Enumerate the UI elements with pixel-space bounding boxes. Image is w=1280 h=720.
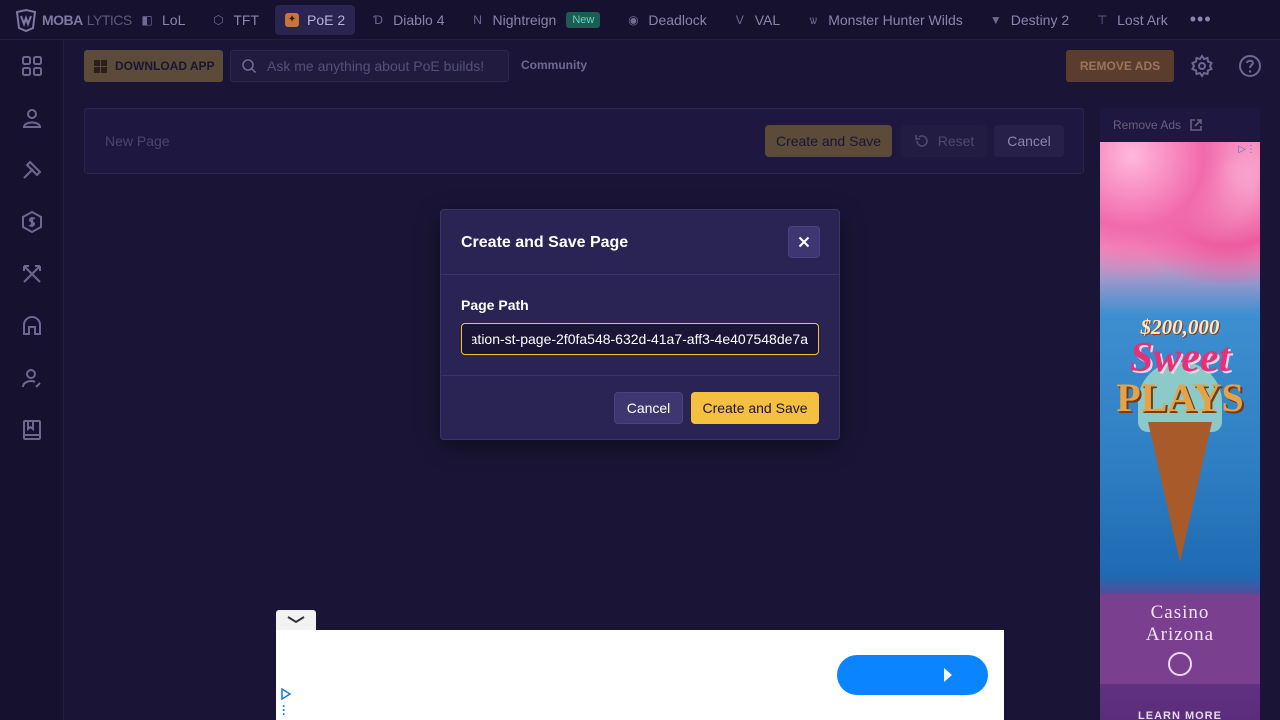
editor-create-save-button[interactable]: Create and Save <box>765 125 892 157</box>
lost-ark-icon: ⊤ <box>1096 12 1108 27</box>
dialog-body: Page Path <box>441 275 839 376</box>
help-icon[interactable] <box>1238 54 1262 78</box>
page-path-input[interactable] <box>461 323 819 355</box>
game-tab-label: PoE 2 <box>307 11 346 28</box>
settings-gear-icon[interactable] <box>1190 54 1214 78</box>
chevron-down-icon <box>287 616 305 624</box>
diablo4-icon: Ɗ <box>373 12 384 27</box>
adchoices-icon[interactable]: ▷⋮ <box>1238 144 1256 155</box>
more-games-icon[interactable]: ••• <box>1184 9 1212 30</box>
game-tab-label: VAL <box>754 11 781 28</box>
external-link-icon <box>1190 119 1202 131</box>
logo-text-bold: MOBA <box>42 11 83 28</box>
game-tab-lol[interactable]: ◧ LoL <box>130 5 195 35</box>
ad-ice-cream-cone <box>1148 422 1212 562</box>
ad-brand-line-1: Casino <box>1150 602 1210 623</box>
valorant-icon: V <box>735 12 744 27</box>
page-path-label: Page Path <box>461 297 529 313</box>
editor-reset-button[interactable]: Reset <box>901 125 987 157</box>
side-ad-remove-ads-link[interactable]: Remove Ads <box>1100 108 1260 142</box>
close-icon <box>798 236 810 248</box>
ad-headline-plays: PLAYS <box>1116 375 1244 420</box>
tft-icon: ⬡ <box>213 12 224 27</box>
game-tab-label: Diablo 4 <box>393 11 445 28</box>
game-tab-valorant[interactable]: V VAL <box>723 5 790 35</box>
dialog-cancel-button[interactable]: Cancel <box>614 392 683 424</box>
game-tab-nightreign[interactable]: N Nightreign New <box>461 5 611 35</box>
casino-logo-icon <box>1168 652 1192 676</box>
collapse-ad-button[interactable] <box>276 610 316 630</box>
side-ad-banner[interactable]: ▷⋮ $200,000 Sweet PLAYS Casino Arizona L… <box>1100 142 1260 720</box>
game-tab-deadlock[interactable]: ◉ Deadlock <box>616 5 716 35</box>
game-tab-label: Nightreign <box>492 11 557 28</box>
game-tab-label: Monster Hunter Wilds <box>828 11 963 28</box>
game-tab-label: Lost Ark <box>1117 11 1168 28</box>
ad-play-button[interactable] <box>837 655 988 695</box>
bottom-ad-banner[interactable]: · · · <box>276 630 1004 720</box>
community-link[interactable]: Community <box>521 58 587 72</box>
crossed-swords-icon[interactable] <box>20 262 44 286</box>
games-list: ◧ LoL ⬡ TFT ✦ PoE 2 Ɗ Diablo 4 N Nightreign New ◉ De… <box>130 4 1184 35</box>
remove-ads-button[interactable]: REMOVE ADS <box>1066 50 1174 82</box>
game-tab-label: Deadlock <box>648 11 707 28</box>
ad-brand-line-2: Arizona <box>1145 624 1215 645</box>
search-bar[interactable] <box>230 50 509 82</box>
helmet-icon[interactable] <box>20 314 44 338</box>
editor-cancel-button[interactable]: Cancel <box>994 125 1064 157</box>
ad-learn-more[interactable]: LEARN MORE <box>1100 710 1260 720</box>
dialog-header: Create and Save Page <box>441 210 839 275</box>
game-nav: MOBA LYTICS ◧ LoL ⬡ TFT ✦ PoE 2 Ɗ Diablo 4 N Night… <box>0 0 1280 40</box>
destiny2-icon: ▼ <box>989 12 1002 27</box>
windows-icon <box>94 59 107 73</box>
game-tab-monster-hunter[interactable]: ѡ Monster Hunter Wilds <box>796 5 973 35</box>
ad-options-icon[interactable]: · · · <box>282 700 286 720</box>
mobalytics-logo-icon <box>15 8 37 32</box>
game-tab-tft[interactable]: ⬡ TFT <box>201 5 269 35</box>
dialog-title: Create and Save Page <box>461 234 629 251</box>
dialog-close-button[interactable] <box>788 226 820 258</box>
new-badge: New <box>566 11 601 28</box>
search-input[interactable] <box>267 58 507 74</box>
lol-icon: ◧ <box>141 12 153 27</box>
game-tab-label: LoL <box>162 11 186 28</box>
game-tab-poe2[interactable]: ✦ PoE 2 <box>275 4 356 35</box>
download-app-button[interactable]: DOWNLOAD APP <box>84 50 223 82</box>
game-tab-label: TFT <box>233 11 260 28</box>
download-app-label: DOWNLOAD APP <box>115 59 215 73</box>
play-icon <box>944 668 952 682</box>
game-tab-destiny2[interactable]: ▼ Destiny 2 <box>979 5 1079 35</box>
nightreign-icon: N <box>473 12 482 27</box>
ad-casino-brand: Casino Arizona <box>1100 594 1260 684</box>
guide-book-icon[interactable] <box>20 418 44 442</box>
currency-shield-icon[interactable] <box>20 210 44 234</box>
apps-grid-icon[interactable] <box>20 54 44 78</box>
dialog-footer: Cancel Create and Save <box>441 376 839 440</box>
ad-drip-decoration <box>1100 142 1260 282</box>
game-tab-lost-ark[interactable]: ⊤ Lost Ark <box>1085 5 1178 35</box>
logo-text-light: LYTICS <box>86 11 132 28</box>
monster-hunter-icon: ѡ <box>809 12 817 27</box>
side-remove-ads-label: Remove Ads <box>1113 118 1182 132</box>
poe2-icon: ✦ <box>285 12 300 27</box>
dialog-create-save-button[interactable]: Create and Save <box>691 392 819 424</box>
game-tab-label: Destiny 2 <box>1010 11 1070 28</box>
page-editor-bar: Create and Save Reset Cancel <box>84 108 1084 174</box>
builds-hammer-icon[interactable] <box>20 158 44 182</box>
left-sidebar <box>0 40 64 720</box>
search-icon <box>242 59 257 74</box>
profile-icon[interactable] <box>20 106 44 130</box>
community-users-icon[interactable] <box>20 366 44 390</box>
deadlock-icon: ◉ <box>628 12 639 27</box>
reset-label: Reset <box>937 133 975 149</box>
create-save-page-dialog: Create and Save Page Page Path Cancel Cr… <box>440 209 840 440</box>
reset-icon <box>914 135 928 147</box>
mobalytics-logo[interactable]: MOBA LYTICS <box>0 8 132 32</box>
page-title-input[interactable] <box>105 129 405 153</box>
game-tab-diablo4[interactable]: Ɗ Diablo 4 <box>361 5 454 35</box>
